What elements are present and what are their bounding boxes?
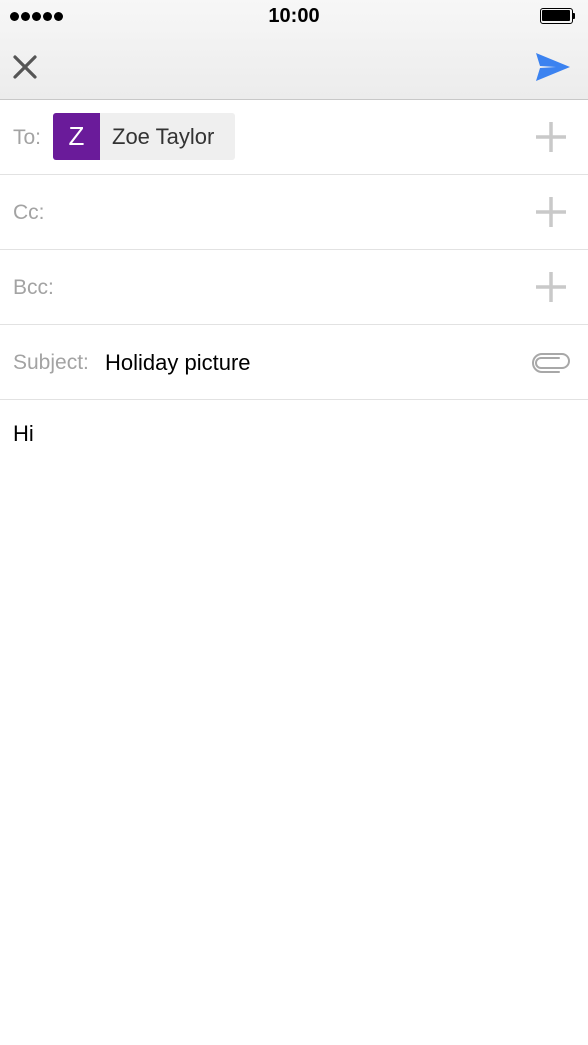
plus-icon (536, 272, 566, 302)
subject-input[interactable]: Holiday picture (105, 325, 251, 400)
recipient-name: Zoe Taylor (112, 123, 215, 149)
recipient-avatar: Z (53, 113, 100, 160)
message-body[interactable]: Hi (13, 420, 573, 1020)
bcc-label: Bcc: (13, 276, 54, 299)
subject-row[interactable]: Subject: Holiday picture (0, 325, 588, 400)
send-button[interactable] (534, 50, 572, 84)
attach-button[interactable] (529, 349, 571, 377)
compose-screen: 10:00 To: Z Zoe Taylor Cc: Bcc: Subject:… (0, 0, 588, 1045)
subject-label: Subject: (13, 351, 89, 374)
battery-full-icon (540, 8, 576, 24)
top-bar: 10:00 (0, 0, 588, 100)
paperclip-icon (532, 353, 570, 373)
bcc-row[interactable]: Bcc: (0, 250, 588, 325)
status-bar: 10:00 (0, 0, 588, 32)
cc-label: Cc: (13, 201, 45, 224)
plus-icon (536, 197, 566, 227)
close-icon (13, 55, 37, 79)
cc-row[interactable]: Cc: (0, 175, 588, 250)
close-button[interactable] (8, 50, 42, 84)
add-to-button[interactable] (534, 120, 568, 154)
add-bcc-button[interactable] (534, 270, 568, 304)
to-label: To: (13, 126, 42, 149)
status-time: 10:00 (268, 5, 320, 27)
send-icon (536, 53, 570, 81)
plus-icon (536, 122, 566, 152)
add-cc-button[interactable] (534, 195, 568, 229)
recipient-chip[interactable]: Z Zoe Taylor (53, 113, 235, 160)
to-row[interactable]: To: Z Zoe Taylor (0, 100, 588, 175)
